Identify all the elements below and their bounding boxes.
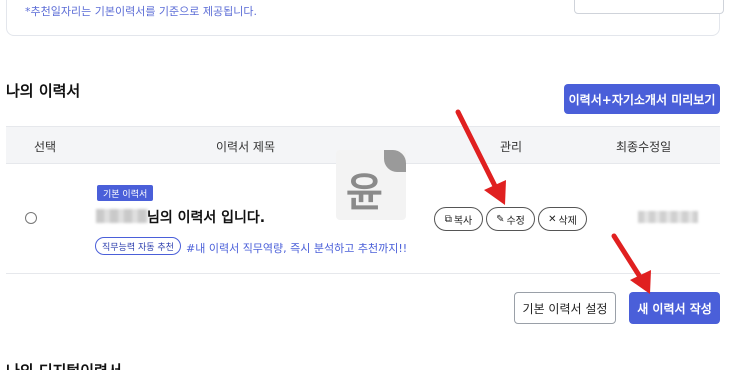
resume-title[interactable]: 님의 이력서 입니다.	[147, 207, 265, 227]
select-radio[interactable]	[25, 212, 37, 224]
close-icon: ✕	[548, 213, 557, 225]
preview-button[interactable]: 이력서+자기소개서 미리보기	[564, 84, 720, 114]
top-action-button[interactable]	[574, 0, 724, 14]
column-header-manage: 관리	[500, 140, 523, 154]
delete-label: 삭제	[558, 215, 577, 227]
set-default-button[interactable]: 기본 이력서 설정	[514, 292, 616, 324]
blurred-user-name	[96, 209, 148, 223]
delete-button[interactable]: ✕ 삭제	[538, 207, 587, 231]
default-resume-badge: 기본 이력서	[97, 185, 154, 201]
column-header-updated: 최종수정일	[616, 140, 672, 154]
blurred-updated-date	[638, 211, 698, 223]
edit-label: 수정	[506, 215, 525, 227]
edit-button[interactable]: ✎ 수정	[486, 207, 535, 231]
auto-recommend-tag[interactable]: 직무능력 자동 추천	[95, 237, 181, 255]
copy-label: 복사	[453, 215, 473, 227]
column-header-select: 선택	[34, 140, 57, 154]
column-header-title: 이력서 제목	[216, 140, 276, 154]
copy-icon: ⧉	[444, 213, 452, 225]
pencil-icon: ✎	[496, 213, 505, 225]
recommend-hashtag: #내 이력서 직무역량, 즉시 분석하고 추천까지!!	[186, 242, 408, 255]
recommendation-note: *추천일자리는 기본이력서를 기준으로 제공됩니다.	[25, 5, 258, 18]
new-resume-button[interactable]: 새 이력서 작성	[629, 292, 720, 324]
copy-button[interactable]: ⧉ 복사	[434, 207, 483, 231]
next-section-title: 나의 디지털이력서	[6, 360, 122, 370]
leaf-icon	[384, 150, 406, 172]
section-title: 나의 이력서	[6, 82, 81, 100]
watermark-text: 윤	[346, 170, 383, 216]
watermark-logo: 윤	[336, 150, 406, 220]
